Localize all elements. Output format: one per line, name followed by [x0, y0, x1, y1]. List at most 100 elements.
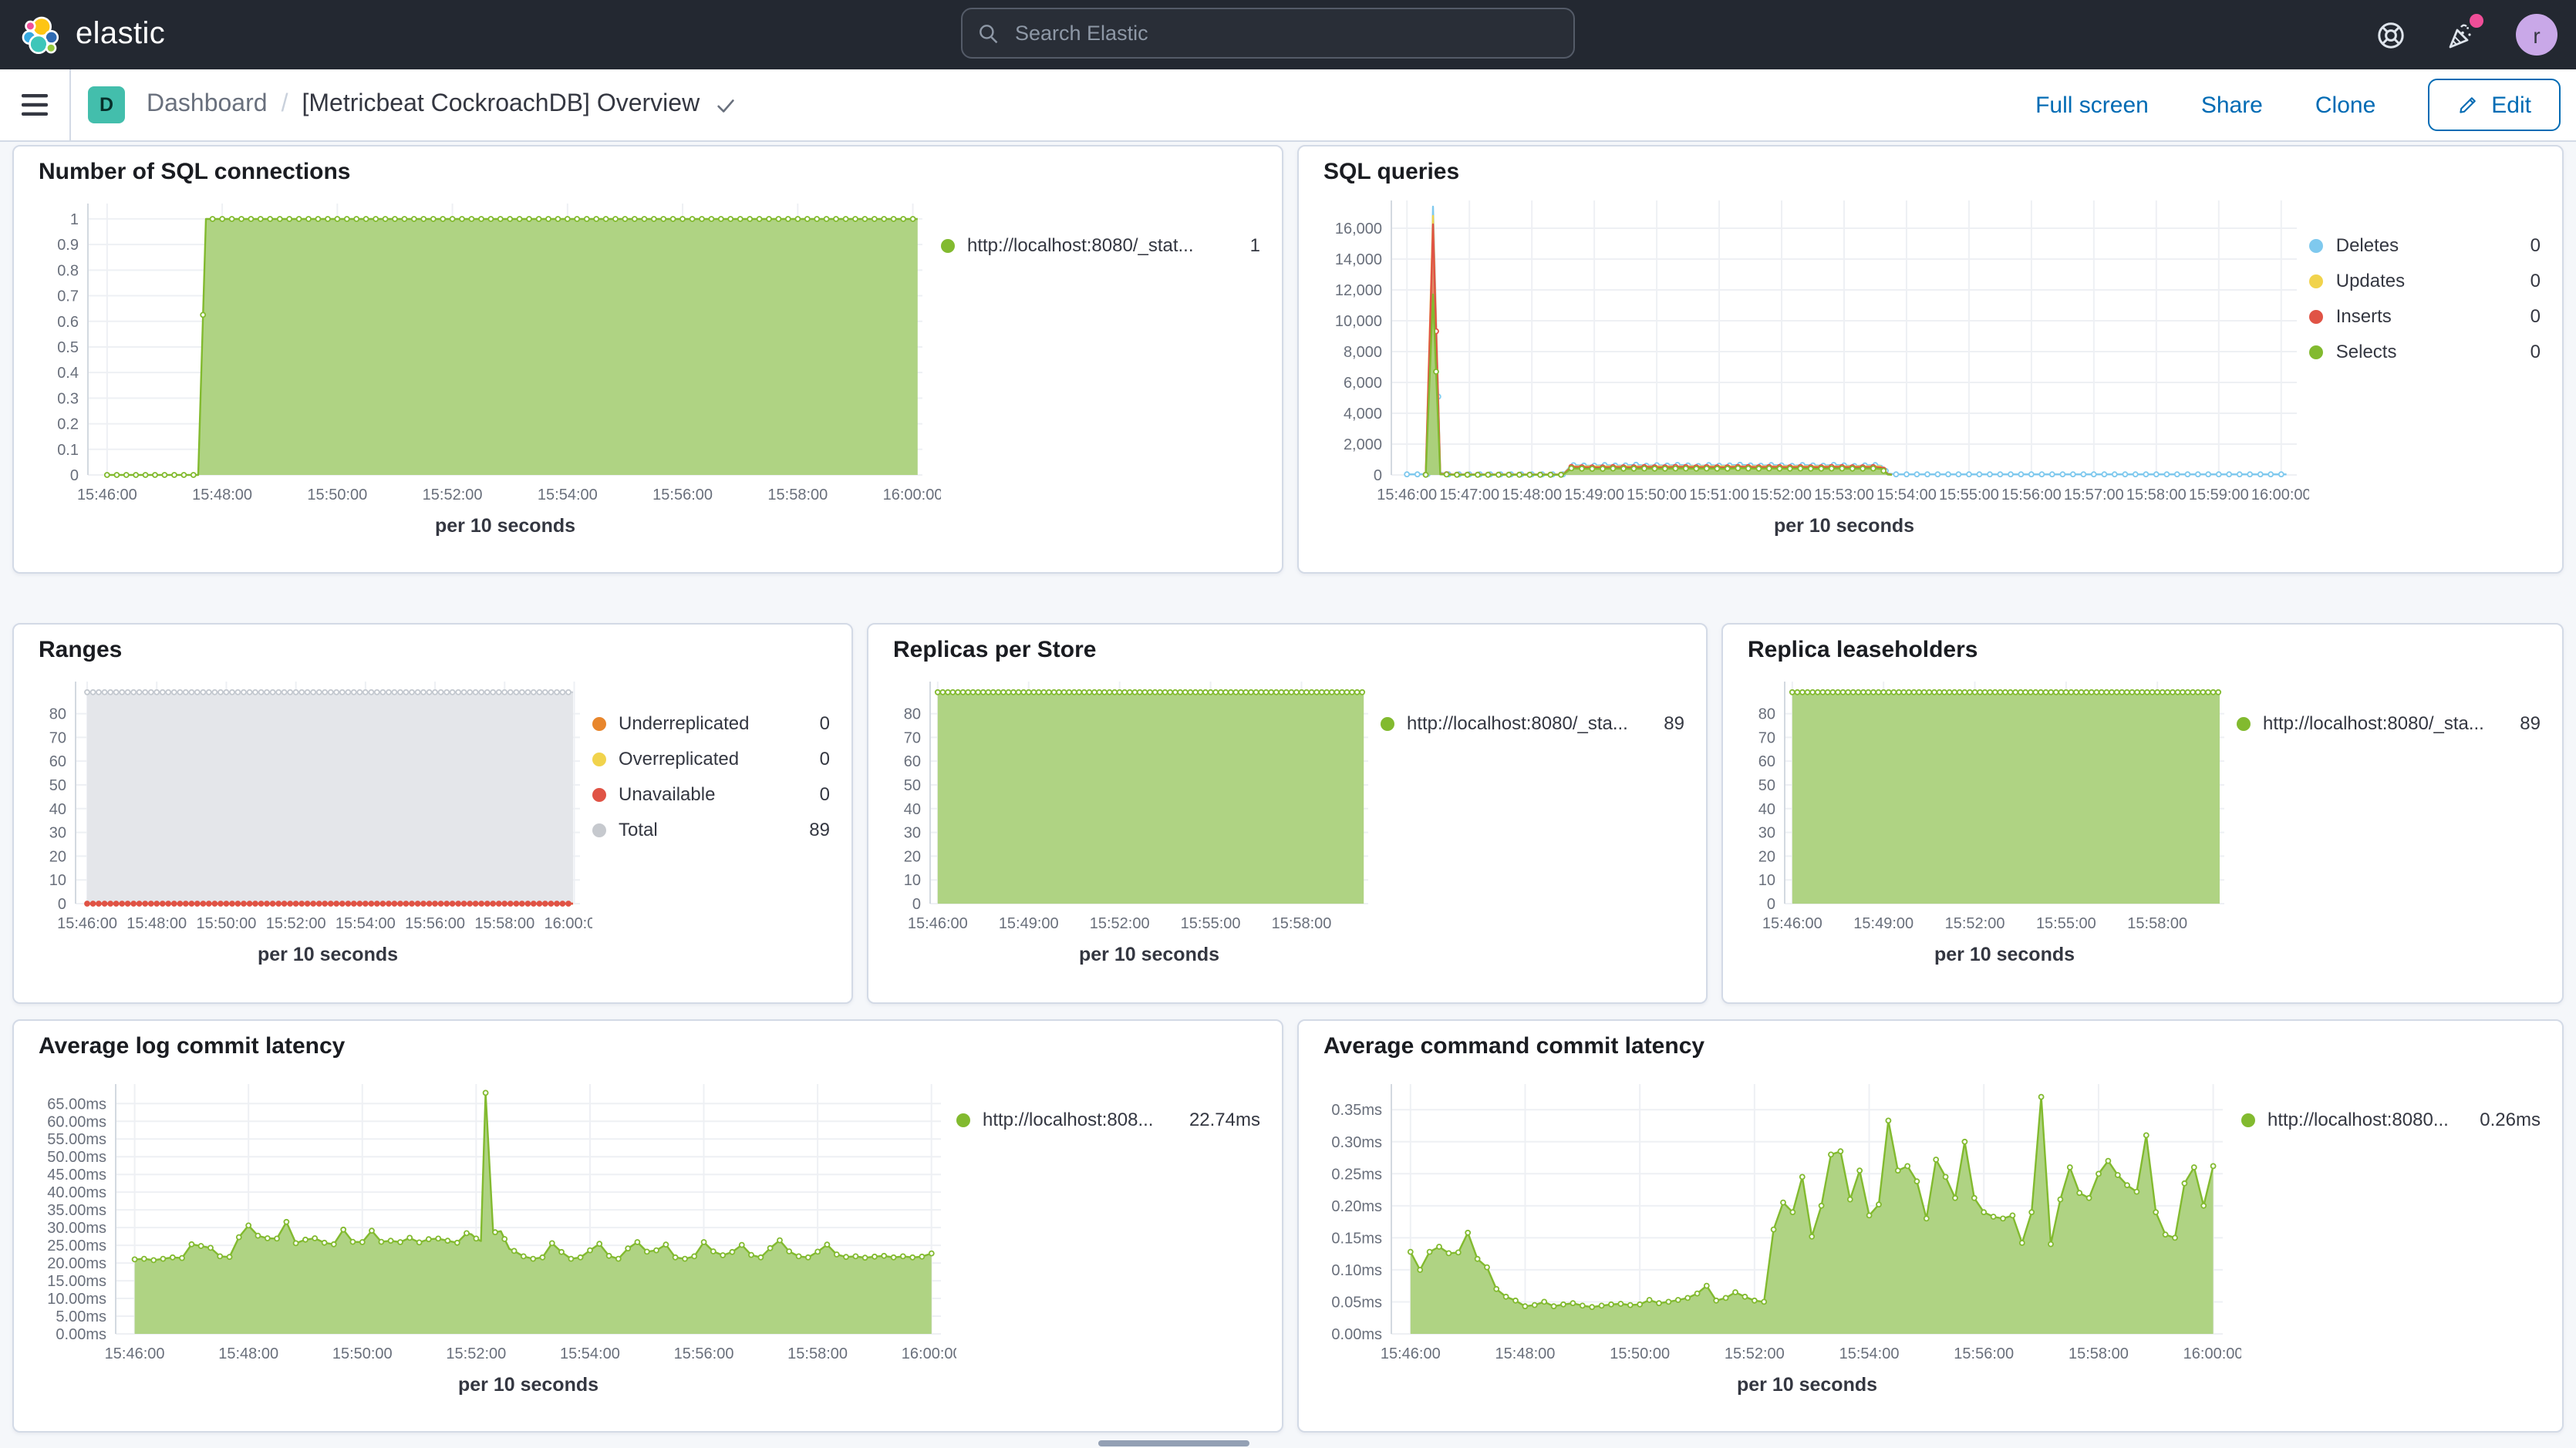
- legend-ranges: Underreplicated0 Overreplicated0 Unavailab…: [592, 666, 833, 984]
- legend-item[interactable]: Deletes0: [2310, 234, 2544, 256]
- space-avatar[interactable]: D: [88, 86, 125, 123]
- legend-item[interactable]: http://localhost:8080/_stat...1: [941, 234, 1263, 256]
- svg-text:0.2: 0.2: [57, 416, 79, 433]
- chart-number-of-sql-connections[interactable]: 15:46:0015:48:0015:50:0015:52:0015:54:00…: [32, 188, 941, 555]
- svg-text:40: 40: [1758, 801, 1775, 818]
- chart-ranges[interactable]: 15:46:0015:48:0015:50:0015:52:0015:54:00…: [32, 666, 592, 984]
- svg-text:per 10 seconds: per 10 seconds: [1737, 1374, 1877, 1396]
- svg-text:15:58:00: 15:58:00: [2127, 915, 2187, 932]
- svg-text:70: 70: [49, 729, 66, 746]
- svg-text:16:00:00: 16:00:00: [2183, 1345, 2241, 1362]
- legend-item[interactable]: http://localhost:8080/_sta... 89: [2237, 712, 2544, 734]
- chart-average-log-commit-latency[interactable]: 15:46:0015:48:0015:50:0015:52:0015:54:00…: [32, 1062, 956, 1414]
- newsfeed-button[interactable]: [2445, 18, 2479, 52]
- svg-text:15:50:00: 15:50:00: [1610, 1345, 1670, 1362]
- legend-label: Total: [619, 819, 658, 840]
- legend-color-dot: [2310, 309, 2324, 323]
- chart-replica-leaseholders[interactable]: 15:46:0015:49:0015:52:0015:55:0015:58:00…: [1741, 666, 2237, 984]
- svg-text:15:48:00: 15:48:00: [218, 1345, 278, 1362]
- share-button[interactable]: Share: [2201, 92, 2263, 118]
- svg-text:15:56:00: 15:56:00: [2001, 487, 2062, 503]
- legend-color-dot: [2237, 716, 2251, 730]
- help-button[interactable]: [2374, 18, 2408, 52]
- legend-item[interactable]: Underreplicated0: [592, 712, 833, 734]
- user-avatar[interactable]: r: [2516, 14, 2557, 56]
- legend-item[interactable]: Updates0: [2310, 270, 2544, 291]
- legend-color-dot: [2241, 1113, 2255, 1126]
- panel-title: Replicas per Store: [893, 637, 1688, 663]
- svg-text:15:58:00: 15:58:00: [1272, 915, 1332, 932]
- panel-title: Replica leaseholders: [1748, 637, 2544, 663]
- elastic-logo[interactable]: elastic: [0, 15, 165, 55]
- svg-text:14,000: 14,000: [1335, 251, 1382, 268]
- svg-text:40: 40: [904, 801, 921, 818]
- svg-text:15:46:00: 15:46:00: [77, 487, 137, 503]
- legend-item[interactable]: Total89: [592, 819, 833, 840]
- chart-average-command-commit-latency[interactable]: 15:46:0015:48:0015:50:0015:52:0015:54:00…: [1317, 1062, 2241, 1414]
- chart-replicas-per-store[interactable]: 15:46:0015:49:0015:52:0015:55:0015:58:00…: [887, 666, 1381, 984]
- legend-item[interactable]: Inserts0: [2310, 305, 2544, 327]
- chart-sql-queries[interactable]: 15:46:0015:47:0015:48:0015:49:0015:50:00…: [1317, 188, 2310, 555]
- svg-text:10: 10: [49, 872, 66, 889]
- legend-item[interactable]: Unavailable0: [592, 783, 833, 805]
- svg-text:60.00ms: 60.00ms: [47, 1113, 106, 1130]
- edit-button[interactable]: Edit: [2428, 79, 2561, 131]
- legend-value: 0: [2530, 341, 2544, 362]
- svg-text:15:46:00: 15:46:00: [1381, 1345, 1441, 1362]
- svg-text:15:56:00: 15:56:00: [652, 487, 713, 503]
- svg-text:80: 80: [904, 706, 921, 723]
- clone-button[interactable]: Clone: [2315, 92, 2375, 118]
- check-icon[interactable]: [713, 93, 737, 116]
- panel-title: SQL queries: [1323, 159, 2544, 185]
- legend-item[interactable]: Overreplicated0: [592, 748, 833, 769]
- svg-text:5.00ms: 5.00ms: [56, 1308, 106, 1325]
- svg-text:0.30ms: 0.30ms: [1331, 1134, 1382, 1151]
- panel-average-command-commit-latency: Average command commit latency 15:46:001…: [1297, 1019, 2564, 1433]
- legend-value: 89: [2520, 712, 2544, 734]
- svg-text:0.3: 0.3: [57, 390, 79, 407]
- edit-button-label: Edit: [2491, 92, 2531, 118]
- svg-text:65.00ms: 65.00ms: [47, 1096, 106, 1113]
- search-input[interactable]: [1012, 20, 1558, 46]
- breadcrumb-dashboard-link[interactable]: Dashboard: [147, 91, 268, 119]
- legend-label: Unavailable: [619, 783, 715, 805]
- legend-item[interactable]: http://localhost:8080/_sta...89: [1381, 712, 1688, 734]
- svg-text:15:52:00: 15:52:00: [266, 915, 326, 932]
- legend-average-command-commit-latency: http://localhost:8080...0.26ms: [2241, 1062, 2544, 1414]
- svg-text:15:46:00: 15:46:00: [1377, 487, 1437, 503]
- legend-item[interactable]: http://localhost:808...22.74ms: [956, 1109, 1263, 1130]
- svg-text:15:56:00: 15:56:00: [405, 915, 465, 932]
- svg-text:15:52:00: 15:52:00: [1725, 1345, 1785, 1362]
- horizontal-scrollbar-thumb[interactable]: [1098, 1440, 1249, 1446]
- svg-text:15:51:00: 15:51:00: [1689, 487, 1749, 503]
- help-lifebuoy-icon: [2375, 19, 2406, 50]
- svg-text:35.00ms: 35.00ms: [47, 1202, 106, 1219]
- svg-text:0.00ms: 0.00ms: [56, 1326, 106, 1343]
- svg-text:0.00ms: 0.00ms: [1331, 1326, 1382, 1343]
- legend-value: 0: [820, 748, 833, 769]
- svg-text:15:49:00: 15:49:00: [999, 915, 1059, 932]
- svg-text:15:58:00: 15:58:00: [787, 1345, 848, 1362]
- notification-dot: [2470, 13, 2483, 27]
- legend-number-of-sql-connections: http://localhost:8080/_stat...1: [941, 188, 1263, 555]
- svg-text:80: 80: [49, 706, 66, 723]
- svg-text:10.00ms: 10.00ms: [47, 1291, 106, 1308]
- svg-text:15:54:00: 15:54:00: [538, 487, 598, 503]
- full-screen-button[interactable]: Full screen: [2035, 92, 2149, 118]
- svg-text:15:50:00: 15:50:00: [1627, 487, 1687, 503]
- main-menu-button[interactable]: [0, 69, 71, 140]
- global-search[interactable]: [961, 8, 1575, 59]
- legend-item[interactable]: http://localhost:8080...0.26ms: [2241, 1109, 2544, 1130]
- legend-color-dot: [1381, 716, 1394, 730]
- svg-text:15:59:00: 15:59:00: [2189, 487, 2249, 503]
- legend-item[interactable]: Selects0: [2310, 341, 2544, 362]
- panel-replicas-per-store: Replicas per Store 15:46:0015:49:0015:52…: [867, 623, 1708, 1004]
- svg-text:0: 0: [58, 896, 66, 913]
- svg-text:per 10 seconds: per 10 seconds: [258, 944, 398, 965]
- svg-text:0.10ms: 0.10ms: [1331, 1262, 1382, 1279]
- svg-text:30: 30: [904, 825, 921, 842]
- svg-text:per 10 seconds: per 10 seconds: [1774, 515, 1914, 537]
- svg-text:0: 0: [1767, 896, 1775, 913]
- legend-label: http://localhost:8080/_sta...: [2263, 712, 2484, 734]
- svg-text:15:58:00: 15:58:00: [474, 915, 534, 932]
